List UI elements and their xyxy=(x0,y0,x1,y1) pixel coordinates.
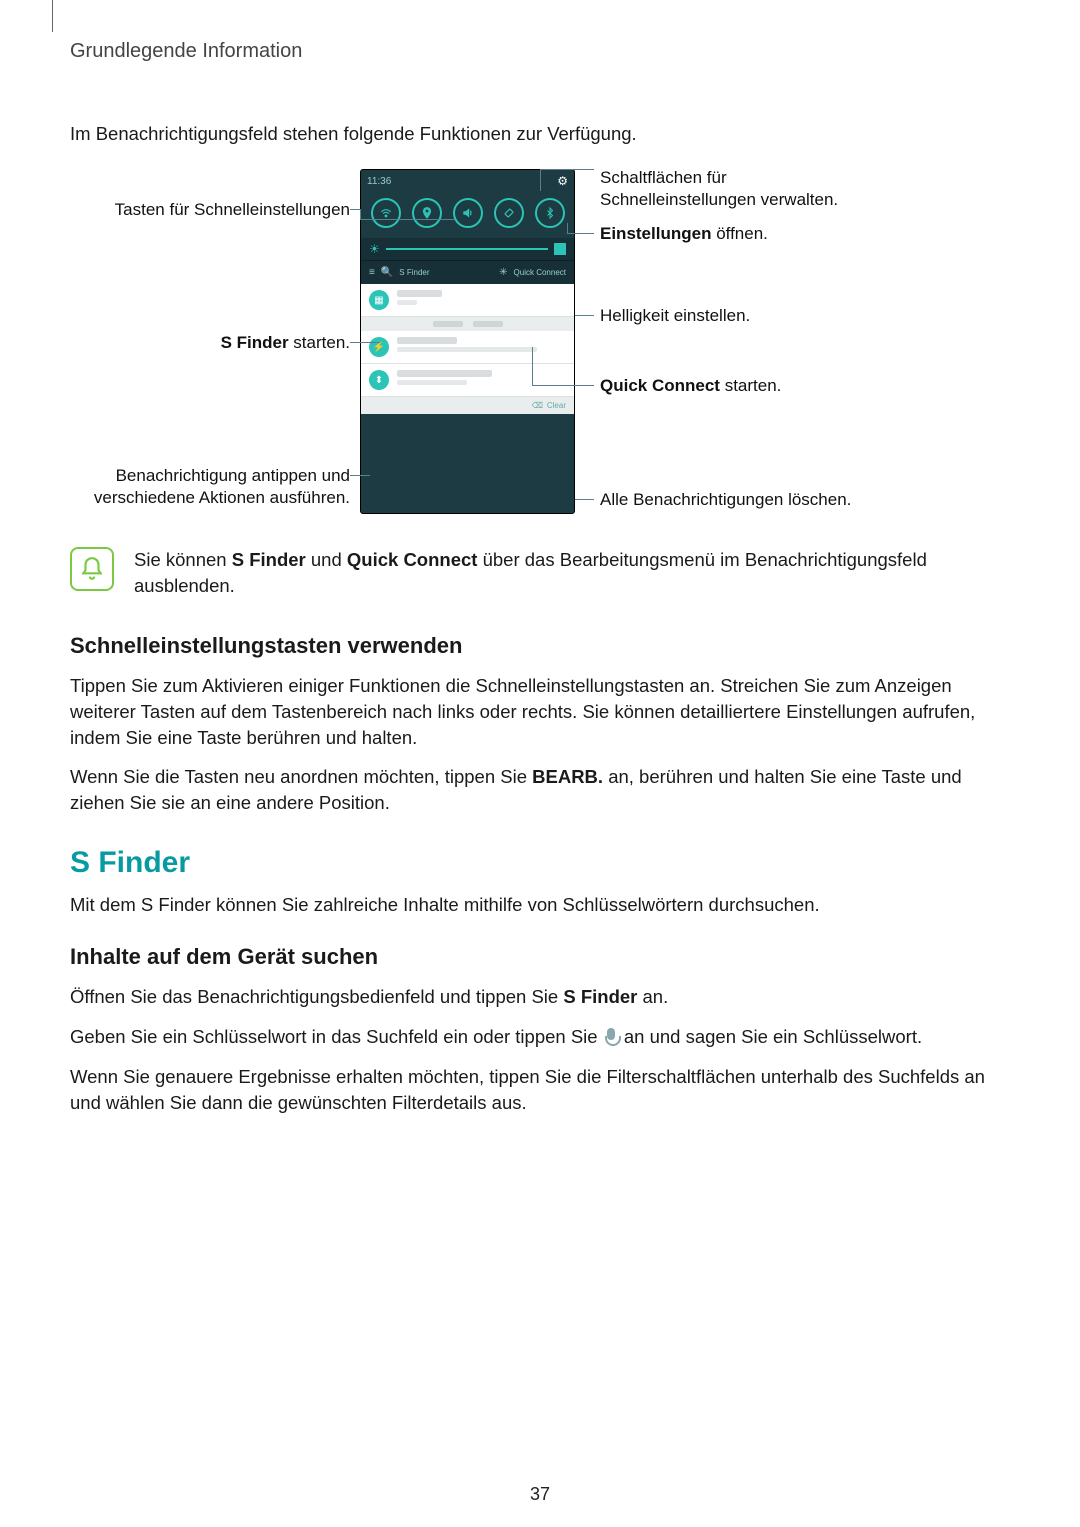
phone-screenshot: 11:36 ⚙ xyxy=(360,169,575,514)
paragraph: Wenn Sie genauere Ergebnisse erhalten mö… xyxy=(70,1064,1010,1116)
callout-open-settings: Einstellungen öffnen. xyxy=(600,223,768,244)
finder-row: ≡🔍 S Finder ✳ Quick Connect xyxy=(361,260,574,284)
tip-box: Sie können S Finder und Quick Connect üb… xyxy=(70,547,1010,599)
page-number: 37 xyxy=(0,1484,1080,1505)
quick-settings-row xyxy=(361,192,574,238)
section-header: Grundlegende Information xyxy=(70,40,1010,63)
bluetooth-icon xyxy=(535,198,565,228)
usb-icon: ⬍ xyxy=(369,370,389,390)
paragraph: Wenn Sie die Tasten neu anordnen möchten… xyxy=(70,764,1010,816)
callout-clear-all: Alle Benachrichtigungen löschen. xyxy=(600,489,851,510)
callout-notification-tap: Benachrichtigung antippen und verschiede… xyxy=(70,465,350,509)
clear-icon: ⌫ xyxy=(532,401,543,410)
paragraph: Geben Sie ein Schlüsselwort in das Suchf… xyxy=(70,1024,1010,1050)
callout-sfinder: S Finder starten. xyxy=(70,332,350,353)
heading-search-content: Inhalte auf dem Gerät suchen xyxy=(70,944,1010,970)
battery-icon: ⚡ xyxy=(369,337,389,357)
callout-quick-keys: Tasten für Schnelleinstellungen xyxy=(70,199,350,220)
tip-text: Sie können S Finder und Quick Connect üb… xyxy=(134,547,1010,599)
notification-card: ⚡ xyxy=(361,331,574,364)
rotate-icon xyxy=(494,198,524,228)
paragraph: Öffnen Sie das Benachrichtigungsbedienfe… xyxy=(70,984,1010,1010)
quickconnect-label: Quick Connect xyxy=(514,268,566,277)
notification-card: ▦ xyxy=(361,284,574,317)
clear-label: Clear xyxy=(547,401,566,410)
notification-panel-diagram: 11:36 ⚙ xyxy=(70,169,950,529)
notification-card: ⬍ xyxy=(361,364,574,397)
status-time: 11:36 xyxy=(367,176,391,187)
sound-icon xyxy=(453,198,483,228)
paragraph: Mit dem S Finder können Sie zahlreiche I… xyxy=(70,892,1010,918)
callout-quickconnect: Quick Connect starten. xyxy=(600,375,781,396)
gear-icon: ⚙ xyxy=(557,174,568,188)
wifi-icon xyxy=(371,198,401,228)
intro-paragraph: Im Benachrichtigungsfeld stehen folgende… xyxy=(70,123,1010,145)
heading-sfinder: S Finder xyxy=(70,846,1010,880)
bell-icon xyxy=(70,547,114,591)
sfinder-label: S Finder xyxy=(399,268,429,277)
brightness-slider: ☀ xyxy=(361,238,574,260)
callout-manage-buttons: Schaltflächen für Schnelleinstellungen v… xyxy=(600,167,838,211)
heading-quick-settings: Schnelleinstellungstasten verwenden xyxy=(70,633,1010,659)
location-icon xyxy=(412,198,442,228)
callout-brightness: Helligkeit einstellen. xyxy=(600,305,750,326)
paragraph: Tippen Sie zum Aktivieren einiger Funkti… xyxy=(70,673,1010,751)
calendar-icon: ▦ xyxy=(369,290,389,310)
microphone-icon xyxy=(603,1028,619,1046)
